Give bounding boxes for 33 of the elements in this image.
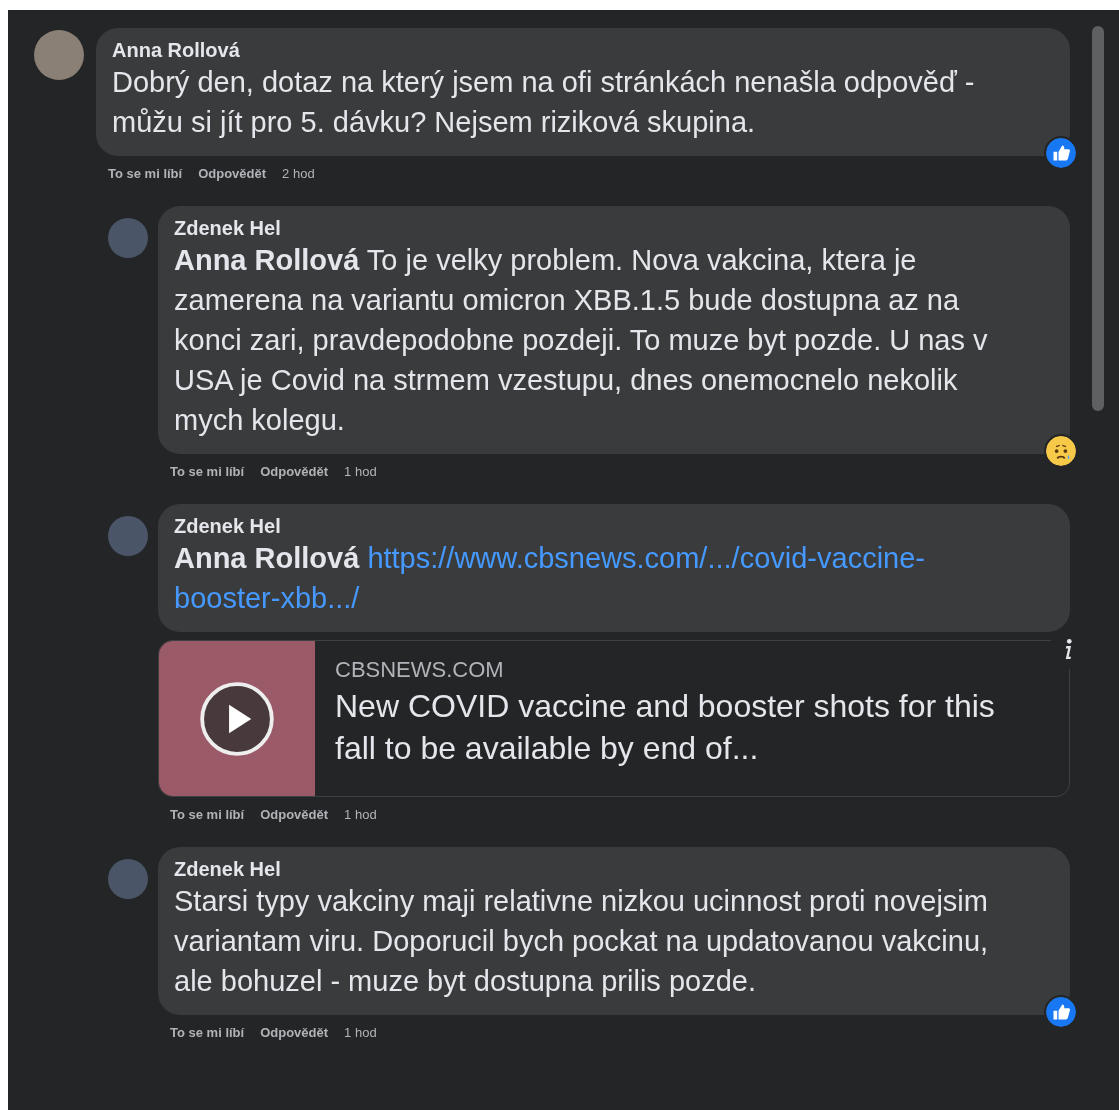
reply-link[interactable]: Odpovědět	[260, 1025, 329, 1041]
avatar[interactable]	[34, 30, 84, 80]
avatar[interactable]	[108, 859, 148, 899]
mention-link[interactable]: Anna Rollová	[174, 244, 360, 276]
author-name[interactable]: Zdenek Hel	[174, 514, 1020, 538]
timestamp[interactable]: 1 hod	[344, 1025, 377, 1041]
comment-text: Starsi typy vakciny maji relativne nizkou ucinnost proti novejsim variantam viru. Doporucil bych pockat na updatovanou vakcinu, ale bohuzel - muze byt dostupna prilis pozde.	[174, 884, 990, 999]
timestamp[interactable]: 1 hod	[344, 807, 377, 823]
scrollbar-thumb[interactable]	[1092, 26, 1104, 411]
reply-link[interactable]: Odpovědět	[260, 464, 329, 480]
timestamp[interactable]: 1 hod	[344, 464, 377, 480]
like-link[interactable]: To se mi líbí	[170, 1025, 245, 1041]
avatar[interactable]	[108, 218, 148, 258]
author-name[interactable]: Zdenek Hel	[174, 857, 1020, 881]
preview-domain: CBSNEWS.COM	[335, 656, 505, 684]
play-icon	[199, 680, 275, 757]
reply-link[interactable]: Odpovědět	[260, 807, 329, 823]
like-reaction-icon	[1044, 995, 1078, 1029]
reply-link[interactable]: Odpovědět	[198, 166, 267, 182]
comment-text: Anna Rollová To je velky problem. Nova vakcina, ktera je zamerena na variantu omicron XBB.1.5 bude dostupna az na konci zari, pravdepodobne pozdeji. To muze byt pozde. U nas v USA je Covid na strmem vzestupu, dnes onemocnelo nekolik mych kolegu.	[174, 243, 989, 438]
comment-text: Dobrý den, dotaz na který jsem na ofi stránkách nenašla odpověď - můžu si jít pro 5. dávku? Nejsem riziková skupina.	[112, 65, 976, 140]
info-icon	[1065, 639, 1073, 659]
like-link[interactable]: To se mi líbí	[108, 166, 183, 182]
avatar[interactable]	[108, 516, 148, 556]
like-link[interactable]: To se mi líbí	[170, 464, 245, 480]
author-name[interactable]: Anna Rollová	[112, 38, 1020, 62]
like-link[interactable]: To se mi líbí	[170, 807, 245, 823]
preview-title: New COVID vaccine and booster shots for this fall to be available by end of...	[335, 687, 996, 768]
timestamp[interactable]: 2 hod	[282, 166, 315, 182]
author-name[interactable]: Zdenek Hel	[174, 216, 1020, 240]
like-reaction-icon	[1044, 136, 1078, 170]
sad-reaction-icon	[1044, 434, 1078, 468]
comment-text: Anna Rollová https://www.cbsnews.com/.../covid-vaccine-booster-xbb.../	[174, 541, 926, 616]
